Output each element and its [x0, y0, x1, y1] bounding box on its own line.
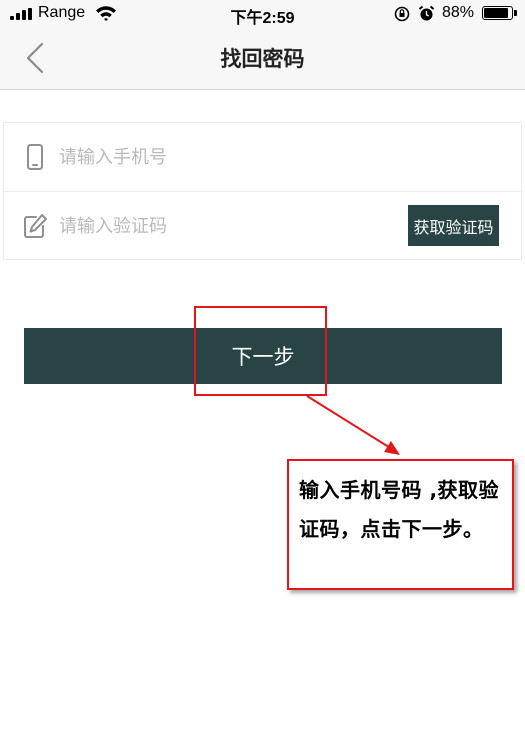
edit-icon [24, 214, 47, 238]
phone-icon [27, 144, 43, 170]
alarm-icon [418, 5, 435, 21]
recover-password-form: 获取验证码 [3, 122, 522, 260]
annotation-callout: 输入手机号码 ,获取验证码，点击下一步。 [287, 459, 514, 590]
verification-code-input[interactable] [59, 210, 379, 242]
get-verification-code-button[interactable]: 获取验证码 [408, 205, 499, 246]
battery-icon [482, 6, 518, 22]
status-bar: Range 下午2:59 88% [0, 0, 525, 28]
callout-text: 输入手机号码 ,获取验证码，点击下一步。 [299, 478, 500, 541]
annotation-highlight-box [194, 306, 327, 396]
nav-bar: 找回密码 [0, 28, 525, 90]
orientation-lock-icon [394, 6, 410, 22]
code-row: 获取验证码 [4, 192, 521, 260]
phone-row [4, 123, 521, 192]
phone-input[interactable] [59, 141, 379, 173]
page-title: 找回密码 [220, 47, 305, 71]
battery-percentage: 88% [442, 4, 475, 21]
